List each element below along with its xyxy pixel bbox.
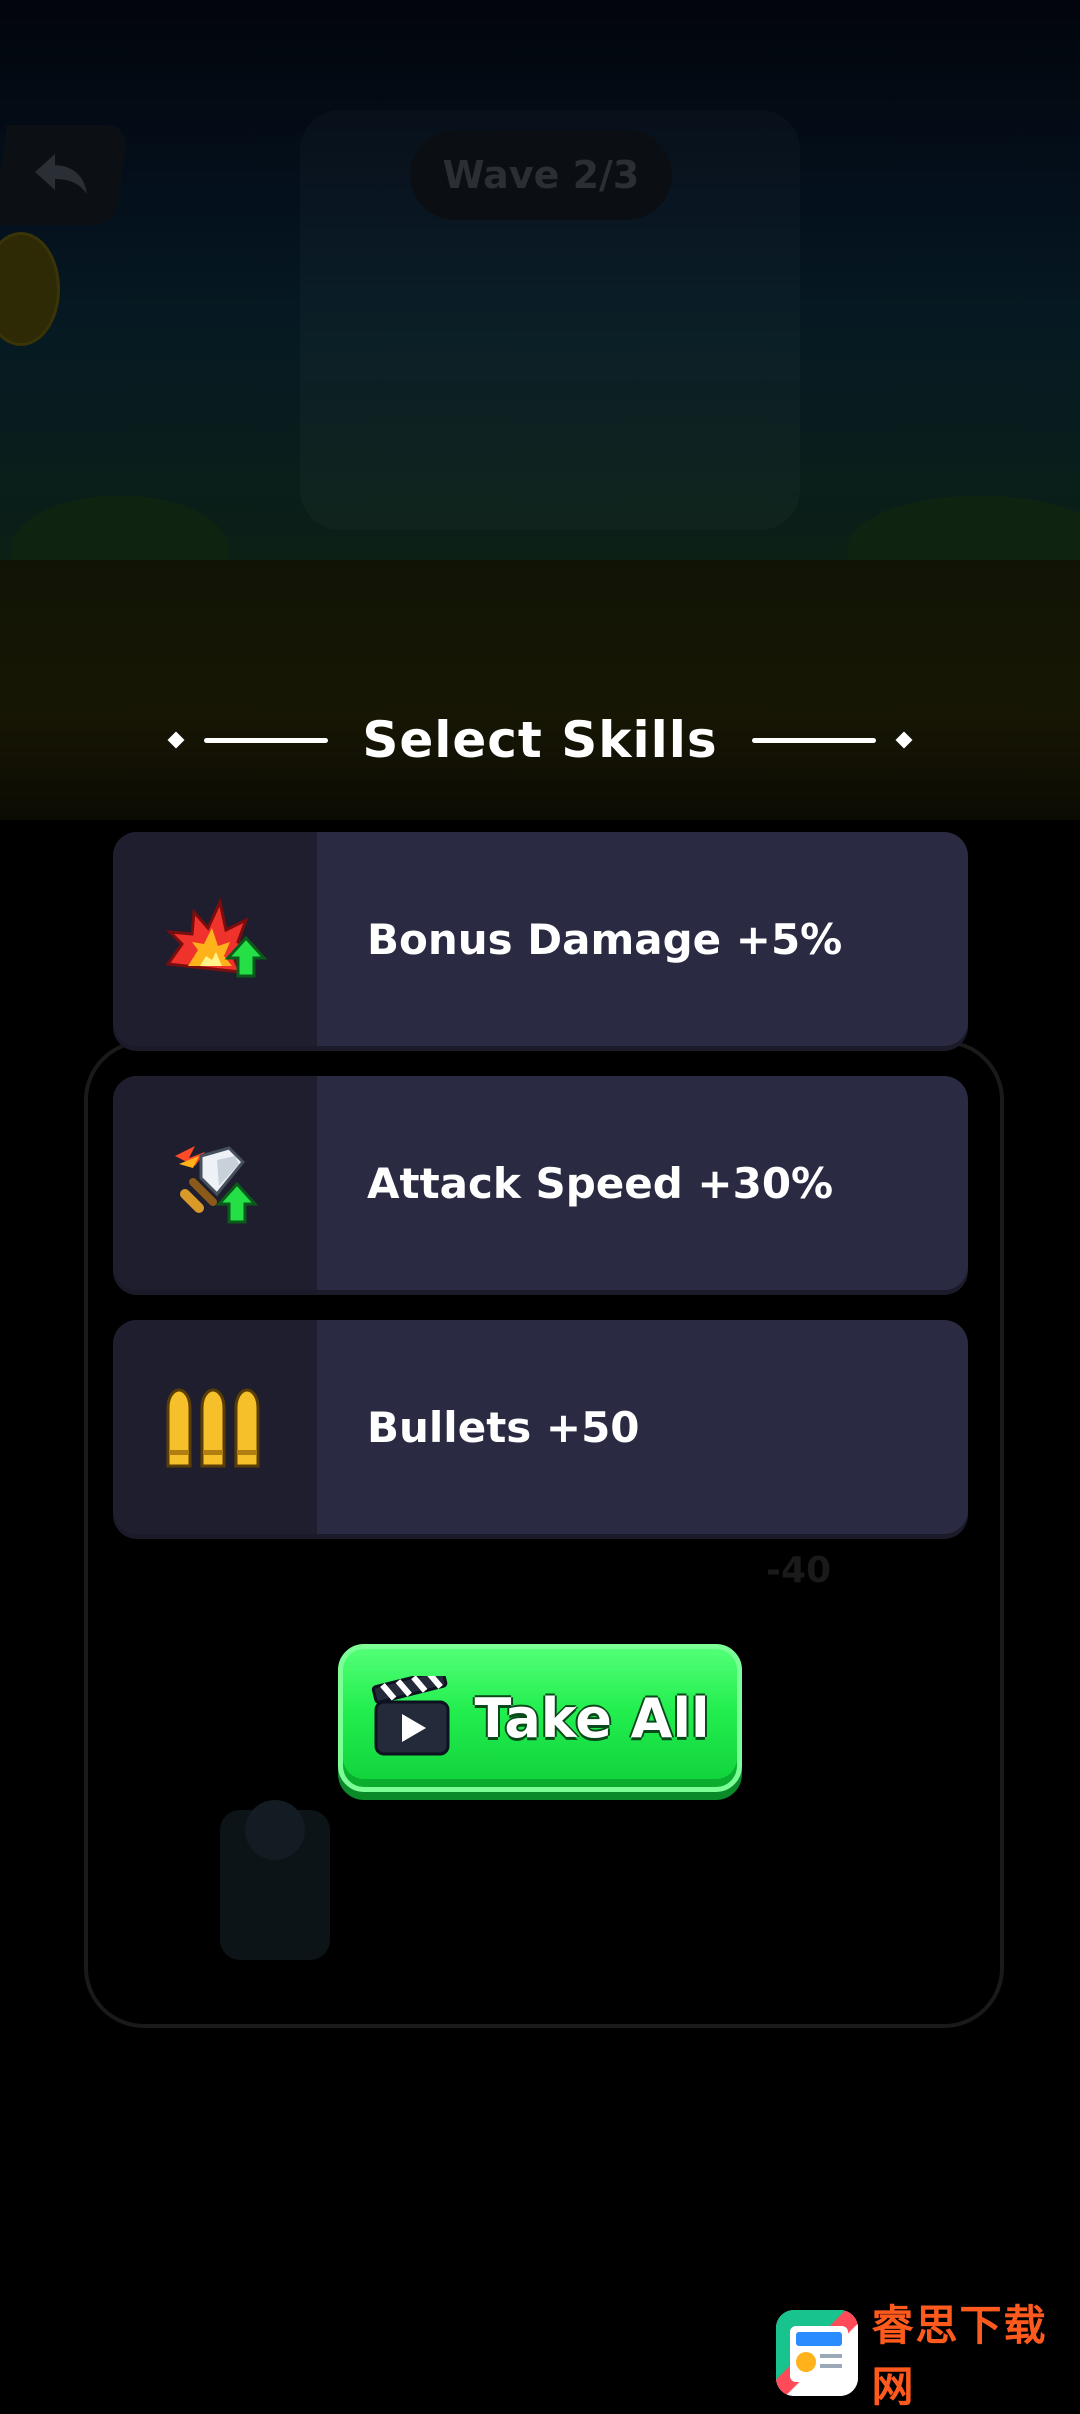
dialog-title: Select Skills — [362, 711, 717, 769]
back-arrow-icon — [31, 150, 91, 200]
skill-label: Bullets +50 — [367, 1320, 640, 1534]
title-right-rule — [752, 738, 876, 743]
title-right-diamond — [895, 732, 912, 749]
title-left-rule — [204, 738, 328, 743]
skill-icon-cell — [113, 1320, 317, 1534]
skill-label: Bonus Damage +5% — [367, 832, 842, 1046]
title-left-diamond — [168, 732, 185, 749]
clapperboard-video-icon — [370, 1676, 454, 1760]
back-button[interactable] — [0, 125, 129, 225]
skill-icon-cell — [113, 1076, 317, 1290]
wave-indicator: Wave 2/3 — [410, 130, 672, 220]
site-watermark: 睿思下载网 — [776, 2310, 1080, 2396]
watermark-text: 睿思下载网 — [872, 2292, 1080, 2414]
explosion-damage-up-icon — [160, 894, 270, 984]
take-all-label: Take All — [474, 1687, 709, 1750]
skill-icon-cell — [113, 832, 317, 1046]
cannon-turret — [220, 1810, 330, 1960]
skill-label: Attack Speed +30% — [367, 1076, 833, 1290]
skill-card-bonus-damage[interactable]: Bonus Damage +5% — [113, 832, 968, 1046]
game-ground — [0, 560, 1080, 820]
bullets-icon — [160, 1382, 270, 1472]
dialog-title-row: Select Skills — [0, 700, 1080, 780]
damage-value: -40 — [766, 1550, 831, 1591]
flaming-sword-speed-up-icon — [165, 1138, 265, 1228]
skill-card-bullets[interactable]: Bullets +50 — [113, 1320, 968, 1534]
skill-card-attack-speed[interactable]: Attack Speed +30% — [113, 1076, 968, 1290]
watermark-logo-icon — [776, 2310, 858, 2396]
take-all-button[interactable]: Take All — [338, 1644, 742, 1792]
